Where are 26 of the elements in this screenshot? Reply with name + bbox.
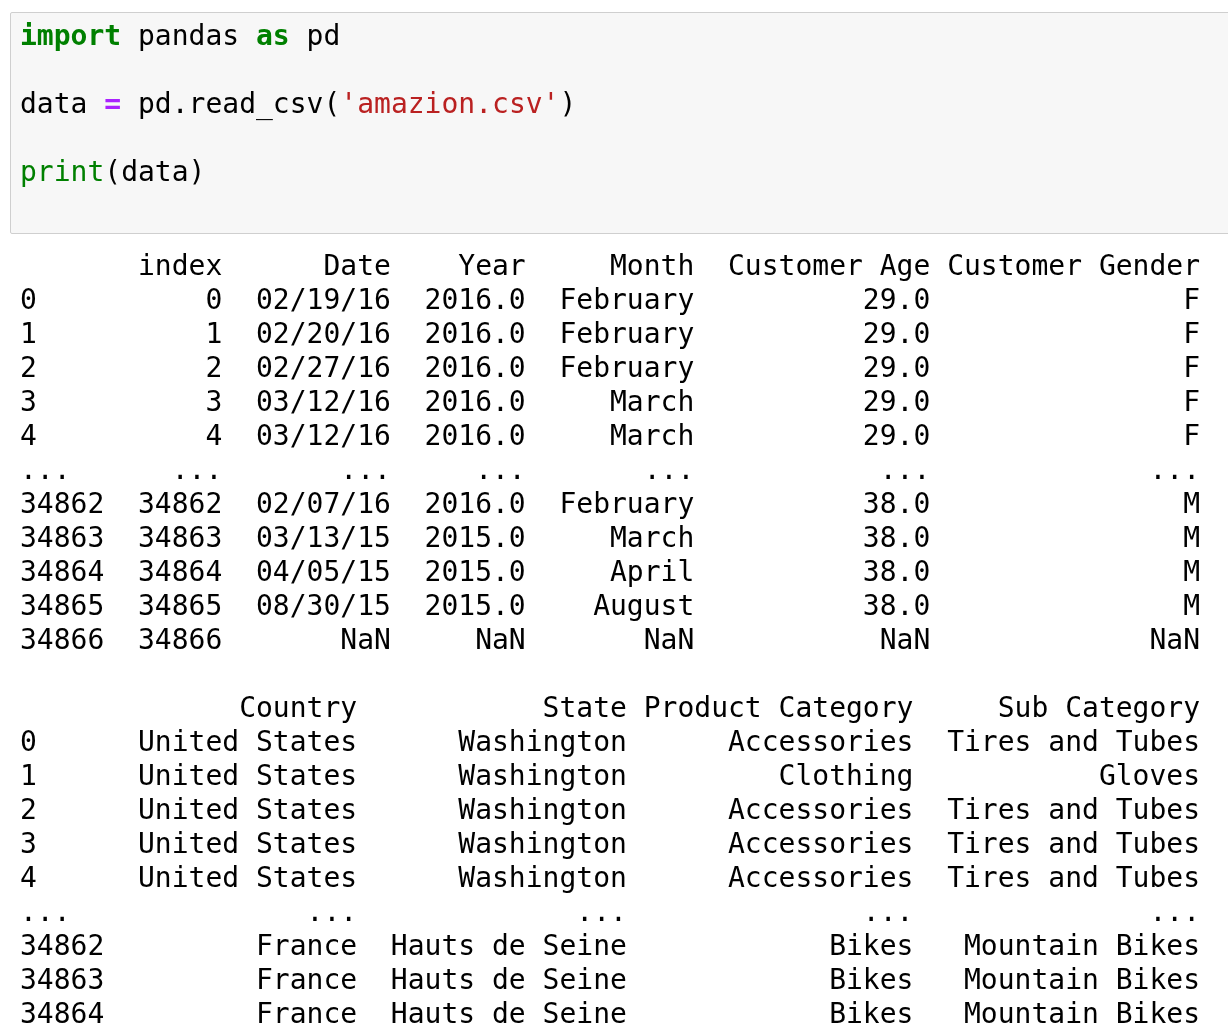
output-line: 34863 France Hauts de Seine Bikes Mountain Bikes: [20, 963, 1201, 997]
output-line: 34863 34863 03/13/15 2015.0 March 38.0 M: [20, 521, 1201, 555]
output-line: 1 United States Washington Clothing Gloves: [20, 759, 1201, 793]
code-line: import pandas as pd: [20, 19, 342, 53]
output-line: 2 2 02/27/16 2016.0 February 29.0 F: [20, 351, 1201, 385]
output-line: 1 1 02/20/16 2016.0 February 29.0 F: [20, 317, 1201, 351]
output-line: index Date Year Month Customer Age Customer Gender: [137, 249, 1201, 283]
output-line: 0 0 02/19/16 2016.0 February 29.0 F: [20, 283, 1201, 317]
output-line: 4 United States Washington Accessories Tires and Tubes: [20, 861, 1201, 895]
output-line: 0 United States Washington Accessories Tires and Tubes: [20, 725, 1201, 759]
output-line: 34865 34865 08/30/15 2015.0 August 38.0 M: [20, 589, 1201, 623]
output-line: Country State Product Category Sub Category: [238, 691, 1201, 725]
output-line: ... ... ... ... ... ... ...: [20, 453, 1201, 487]
output-line: 2 United States Washington Accessories Tires and Tubes: [20, 793, 1201, 827]
code-line: data = pd.read_csv('amazion.csv'): [20, 87, 578, 121]
code-cell[interactable]: import pandas as pd data = pd.read_csv('amazion.csv') print(data): [10, 12, 1228, 234]
output-line: 34864 34864 04/05/15 2015.0 April 38.0 M: [20, 555, 1201, 589]
output-line: 3 3 03/12/16 2016.0 March 29.0 F: [20, 385, 1201, 419]
output-line: 34862 France Hauts de Seine Bikes Mountain Bikes: [20, 929, 1201, 963]
output-line: ... ... ... ... ...: [20, 895, 1201, 929]
output-line: 34866 34866 NaN NaN NaN NaN NaN: [20, 623, 1201, 657]
code-line: print(data): [20, 155, 207, 189]
output-line: 34864 France Hauts de Seine Bikes Mountain Bikes: [20, 997, 1201, 1031]
output-line: 4 4 03/12/16 2016.0 March 29.0 F: [20, 419, 1201, 453]
output-line: 3 United States Washington Accessories Tires and Tubes: [20, 827, 1201, 861]
output-line: 34862 34862 02/07/16 2016.0 February 38.0 M: [20, 487, 1201, 521]
